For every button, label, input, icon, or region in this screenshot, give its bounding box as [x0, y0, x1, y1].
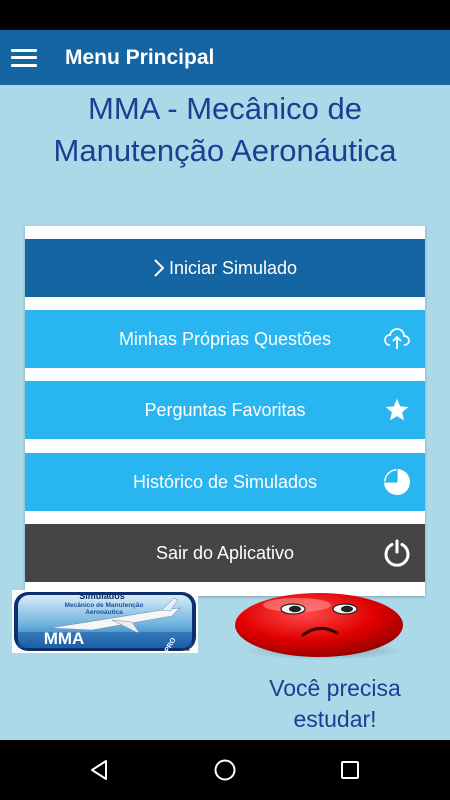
start-simulation-label: Iniciar Simulado — [168, 257, 298, 278]
own-questions-button[interactable]: Minhas Próprias Questões — [25, 310, 425, 368]
star-icon — [383, 396, 411, 424]
sad-face-emoji — [233, 591, 409, 661]
logo-x-text: x — [186, 646, 190, 653]
app-bar-title: Menu Principal — [65, 45, 215, 69]
logo-subtitle-text-2: Aeronáutica — [85, 609, 123, 616]
page-title: MMA - Mecânico de Manutenção Aeronáutica — [0, 88, 450, 172]
chevron-right-icon — [154, 259, 165, 277]
page-title-line1: MMA - Mecânico de — [88, 91, 362, 126]
start-simulation-button[interactable]: Iniciar Simulado — [25, 239, 425, 297]
exit-app-button[interactable]: Sair do Aplicativo — [25, 524, 425, 582]
logo-subtitle-text: Mecânico de Manutenção — [65, 602, 144, 609]
study-message-line1: Você precisa — [269, 675, 401, 701]
own-questions-label: Minhas Próprias Questões — [118, 328, 332, 349]
recent-apps-square-icon[interactable] — [338, 758, 362, 782]
logo-badge-text: MMA — [44, 629, 85, 648]
status-bar — [0, 0, 450, 30]
exit-app-label: Sair do Aplicativo — [155, 542, 295, 563]
power-icon — [383, 539, 411, 567]
system-nav-bar — [0, 740, 450, 800]
page-title-line2: Manutenção Aeronáutica — [53, 133, 397, 168]
back-triangle-icon[interactable] — [88, 758, 112, 782]
simulation-history-button[interactable]: Histórico de Simulados — [25, 453, 425, 511]
app-bar: Menu Principal — [0, 30, 450, 85]
logo-title-text: Simulados — [79, 591, 125, 601]
favorite-questions-label: Perguntas Favoritas — [144, 399, 306, 420]
favorite-questions-button[interactable]: Perguntas Favoritas — [25, 381, 425, 439]
menu-card: Iniciar Simulado Minhas Próprias Questõe… — [25, 226, 425, 596]
simulation-history-label: Histórico de Simulados — [132, 471, 318, 492]
study-message-line2: estudar! — [293, 706, 377, 732]
cloud-upload-icon — [383, 325, 411, 353]
pie-chart-icon — [383, 468, 411, 496]
hamburger-menu-icon[interactable] — [11, 48, 37, 67]
study-message: Você precisa estudar! — [240, 673, 430, 735]
app-logo: Simulados Mecânico de Manutenção Aeronáu… — [12, 590, 198, 654]
home-circle-icon[interactable] — [213, 758, 237, 782]
